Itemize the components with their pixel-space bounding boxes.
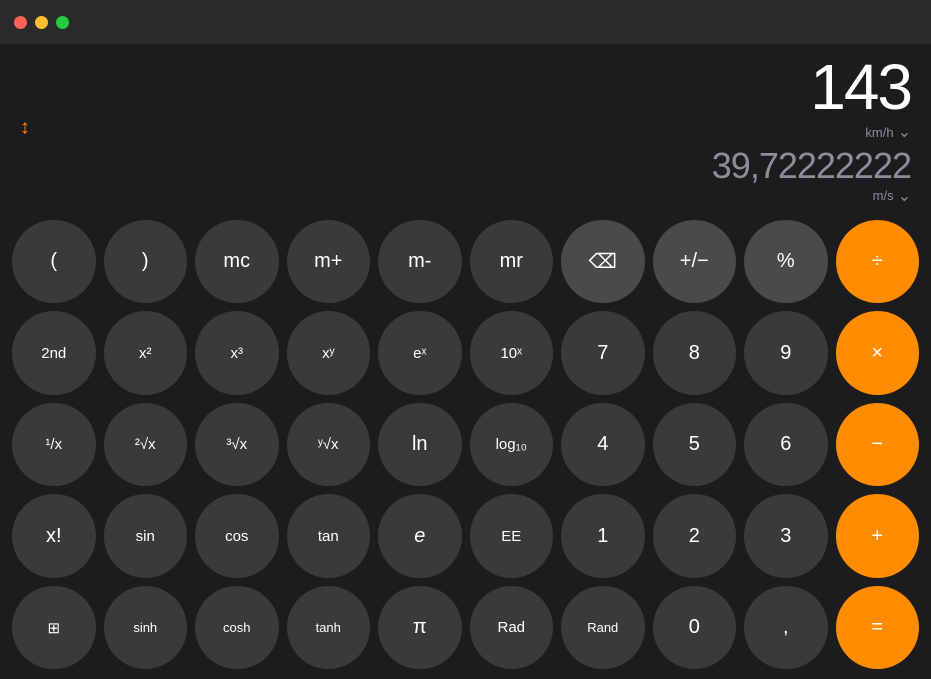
sinh-button[interactable]: sinh <box>104 586 188 670</box>
plus-button[interactable]: + <box>836 494 920 578</box>
unit-arrows-main[interactable]: ⌄ <box>898 122 911 142</box>
cos-button[interactable]: cos <box>195 494 279 578</box>
cosh-button[interactable]: cosh <box>195 586 279 670</box>
10x-button[interactable]: 10ˣ <box>470 311 554 395</box>
sin-button[interactable]: sin <box>104 494 188 578</box>
minimize-button[interactable] <box>35 16 48 29</box>
title-bar <box>0 0 931 44</box>
maximize-button[interactable] <box>56 16 69 29</box>
6-button[interactable]: 6 <box>744 403 828 487</box>
close-paren-button[interactable]: ) <box>104 220 188 304</box>
display-area: ↕ 143 km/h ⌄ 39,72222222 m/s ⌄ <box>0 44 931 212</box>
comma-button[interactable]: , <box>744 586 828 670</box>
open-paren-button[interactable]: ( <box>12 220 96 304</box>
calculator-icon-button[interactable]: ⊞ <box>12 586 96 670</box>
buttons-grid: ()mcm+m-mr⌫+/−%÷ 2ndx²x³xʸeˣ10ˣ789× ¹/x²√x… <box>0 212 931 679</box>
7-button[interactable]: 7 <box>561 311 645 395</box>
3-button[interactable]: 3 <box>744 494 828 578</box>
multiply-button[interactable]: × <box>836 311 920 395</box>
unit-arrows-secondary[interactable]: ⌄ <box>898 186 911 206</box>
xfact-button[interactable]: x! <box>12 494 96 578</box>
tan-button[interactable]: tan <box>287 494 371 578</box>
rad-button[interactable]: Rad <box>470 586 554 670</box>
ln-button[interactable]: ln <box>378 403 462 487</box>
minus-button[interactable]: − <box>836 403 920 487</box>
x3-button[interactable]: x³ <box>195 311 279 395</box>
x2-button[interactable]: x² <box>104 311 188 395</box>
2nd-button[interactable]: 2nd <box>12 311 96 395</box>
mminus-button[interactable]: m- <box>378 220 462 304</box>
5-button[interactable]: 5 <box>653 403 737 487</box>
mc-button[interactable]: mc <box>195 220 279 304</box>
percent-button[interactable]: % <box>744 220 828 304</box>
equals-button[interactable]: = <box>836 586 920 670</box>
main-unit-label: km/h <box>865 125 893 140</box>
tanh-button[interactable]: tanh <box>287 586 371 670</box>
sqrty-button[interactable]: ʸ√x <box>287 403 371 487</box>
8-button[interactable]: 8 <box>653 311 737 395</box>
ex-button[interactable]: eˣ <box>378 311 462 395</box>
2-button[interactable]: 2 <box>653 494 737 578</box>
1-button[interactable]: 1 <box>561 494 645 578</box>
sqrt2-button[interactable]: ²√x <box>104 403 188 487</box>
4-button[interactable]: 4 <box>561 403 645 487</box>
1x-button[interactable]: ¹/x <box>12 403 96 487</box>
EE-button[interactable]: EE <box>470 494 554 578</box>
backspace-button[interactable]: ⌫ <box>561 220 645 304</box>
mr-button[interactable]: mr <box>470 220 554 304</box>
close-button[interactable] <box>14 16 27 29</box>
secondary-value: 39,72222222 <box>712 146 911 186</box>
sqrt3-button[interactable]: ³√x <box>195 403 279 487</box>
9-button[interactable]: 9 <box>744 311 828 395</box>
main-value: 143 <box>810 52 911 122</box>
log10-button[interactable]: log₁₀ <box>470 403 554 487</box>
rand-button[interactable]: Rand <box>561 586 645 670</box>
secondary-unit-label: m/s <box>873 188 894 203</box>
mplus-button[interactable]: m+ <box>287 220 371 304</box>
plus-minus-button[interactable]: +/− <box>653 220 737 304</box>
pi-button[interactable]: π <box>378 586 462 670</box>
e-button[interactable]: e <box>378 494 462 578</box>
divide-button[interactable]: ÷ <box>836 220 920 304</box>
swap-icon[interactable]: ↕ <box>20 116 30 139</box>
0-button[interactable]: 0 <box>653 586 737 670</box>
xy-button[interactable]: xʸ <box>287 311 371 395</box>
